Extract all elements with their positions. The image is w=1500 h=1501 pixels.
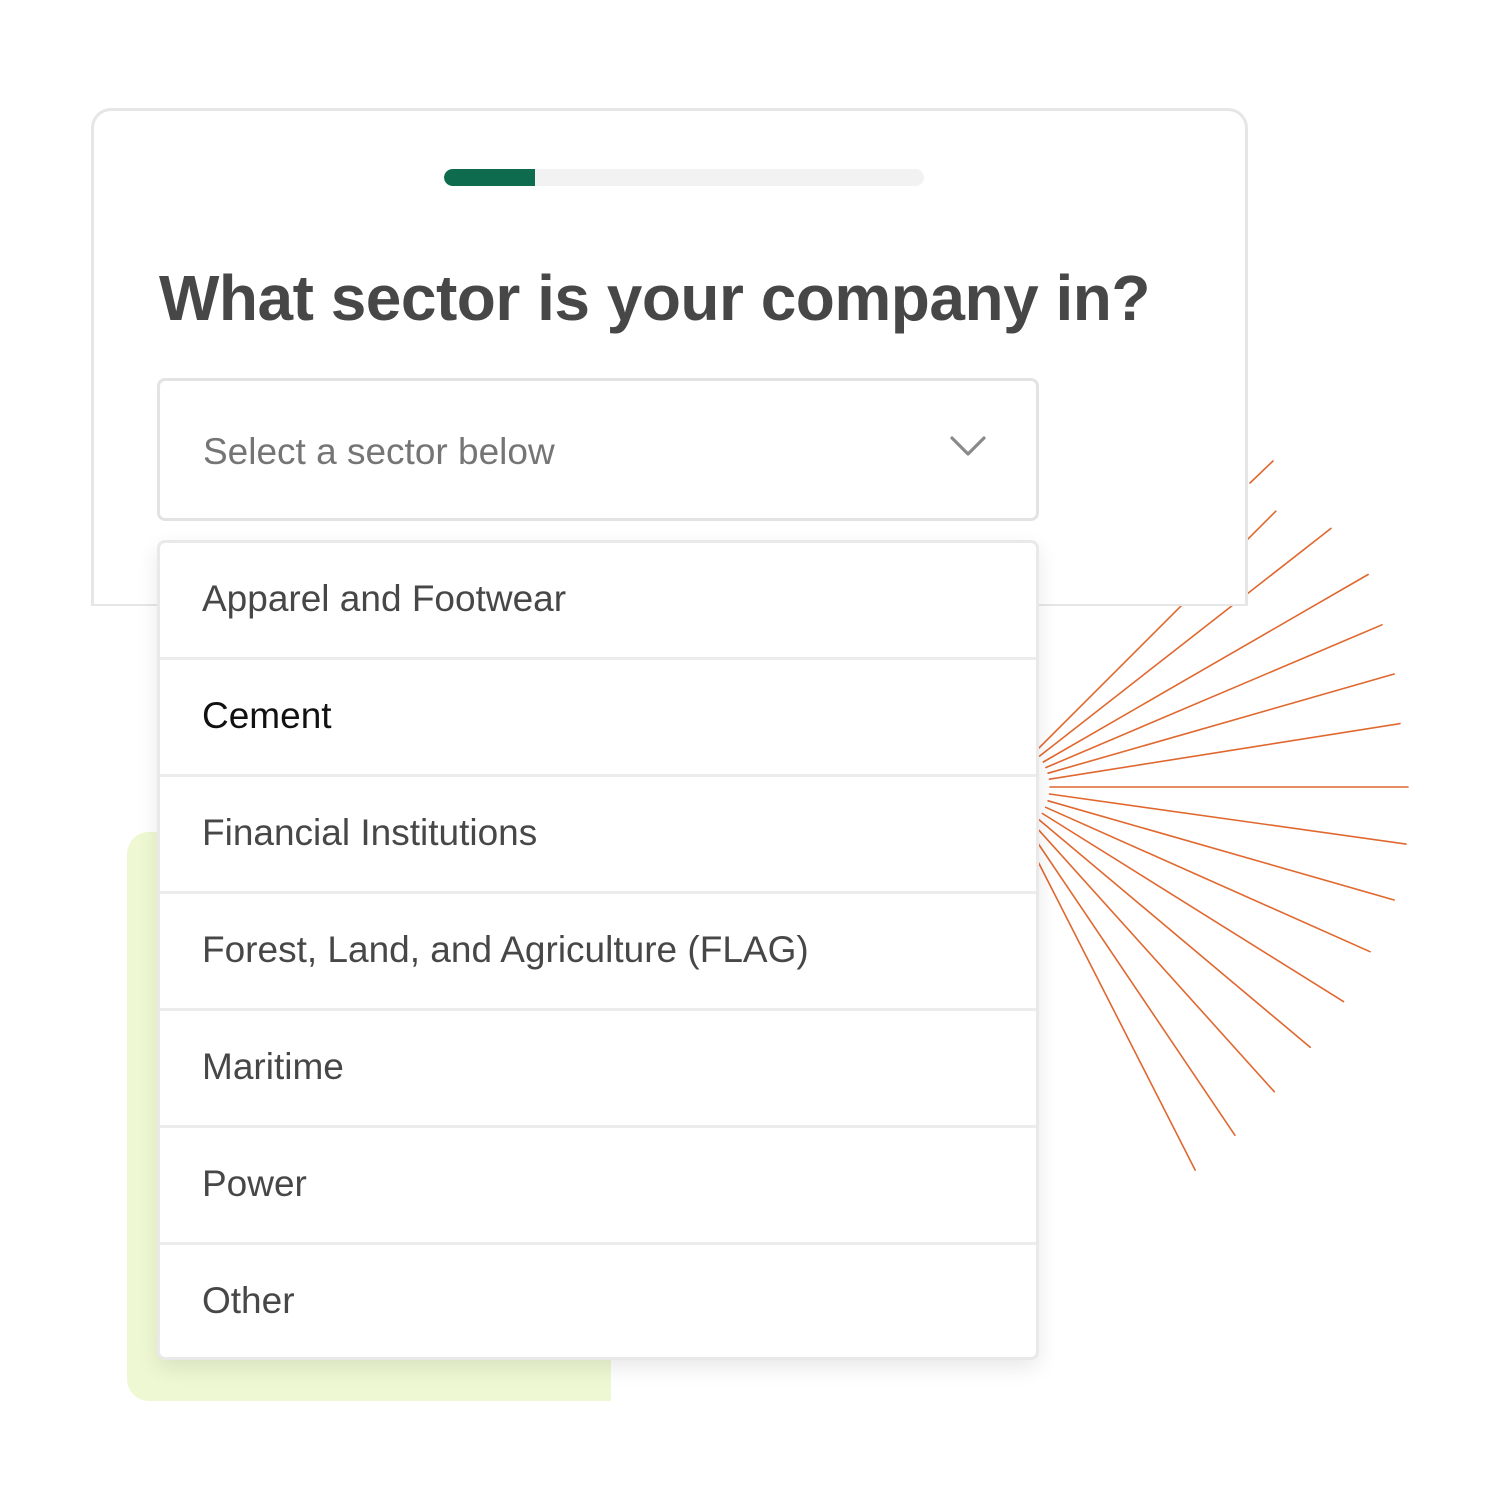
sector-option-power[interactable]: Power	[160, 1128, 1036, 1245]
sunburst-ray	[1047, 673, 1395, 775]
sunburst-ray	[1048, 722, 1401, 781]
sunburst-ray	[1032, 823, 1276, 1093]
sector-select-placeholder: Select a sector below	[203, 431, 555, 472]
option-label: Cement	[202, 695, 332, 736]
sector-option-financial-institutions[interactable]: Financial Institutions	[160, 777, 1036, 894]
progress-bar	[444, 169, 924, 186]
sunburst-ray	[1045, 623, 1383, 769]
sector-option-maritime[interactable]: Maritime	[160, 1011, 1036, 1128]
sector-option-forest-land-and-agriculture[interactable]: Forest, Land, and Agriculture (FLAG)	[160, 894, 1036, 1011]
sector-option-other[interactable]: Other	[160, 1245, 1036, 1357]
sunburst-ray	[1021, 830, 1196, 1171]
chevron-down-icon[interactable]	[948, 433, 988, 459]
sector-select[interactable]: Select a sector below	[157, 378, 1039, 521]
question-title: What sector is your company in?	[159, 262, 1150, 334]
progress-bar-fill	[444, 169, 536, 186]
question-card: What sector is your company in?	[91, 108, 1248, 606]
sector-dropdown-list: Apparel and Footwear Cement Financial In…	[157, 540, 1039, 1360]
sunburst-ray	[1249, 460, 1274, 484]
sector-option-apparel-and-footwear[interactable]: Apparel and Footwear	[160, 543, 1036, 660]
option-label: Apparel and Footwear	[202, 578, 567, 619]
option-label: Forest, Land, and Agriculture (FLAG)	[202, 929, 809, 970]
page-canvas: What sector is your company in? Select a…	[0, 0, 1500, 1501]
sector-option-cement[interactable]: Cement	[160, 660, 1036, 777]
sunburst-ray	[1048, 793, 1407, 845]
option-label: Power	[202, 1163, 307, 1204]
option-label: Other	[202, 1280, 295, 1321]
sunburst-ray	[1027, 827, 1236, 1136]
sunburst-ray	[1037, 818, 1311, 1049]
option-label: Maritime	[202, 1046, 344, 1087]
option-label: Financial Institutions	[202, 812, 538, 853]
